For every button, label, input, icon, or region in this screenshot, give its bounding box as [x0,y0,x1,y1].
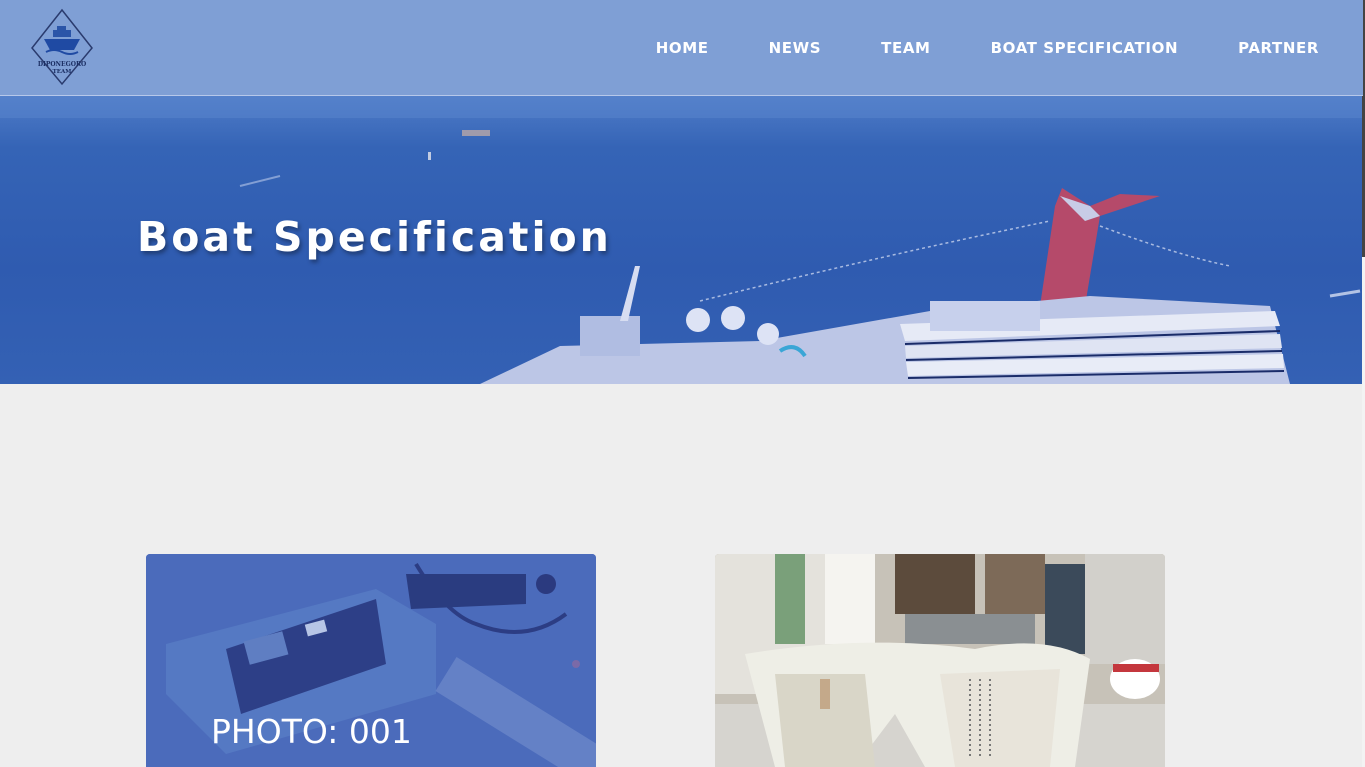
page-title: Boat Specification [137,213,612,261]
hero-banner: Boat Specification [0,96,1363,384]
svg-text:DIPONEGORO: DIPONEGORO [38,61,86,68]
nav-team[interactable]: TEAM [881,39,930,57]
nav-home[interactable]: HOME [656,39,709,57]
nav-news[interactable]: NEWS [769,39,822,57]
svg-text:TEAM: TEAM [53,69,72,75]
boat-hull-photo [715,554,1165,767]
diponegoro-team-logo[interactable]: DIPONEGORO TEAM [30,8,94,86]
gallery-card-photo-001[interactable]: PHOTO: 001 [146,554,596,767]
nav-boat-specification[interactable]: BOAT SPECIFICATION [991,39,1179,57]
main-menu: HOME NEWS TEAM BOAT SPECIFICATION PARTNE… [656,0,1319,95]
gallery-card-photo-002[interactable] [715,554,1165,767]
navbar: DIPONEGORO TEAM HOME NEWS TEAM BOAT SPEC… [0,0,1363,96]
nav-partner[interactable]: PARTNER [1238,39,1319,57]
card-caption: PHOTO: 001 [211,712,412,751]
